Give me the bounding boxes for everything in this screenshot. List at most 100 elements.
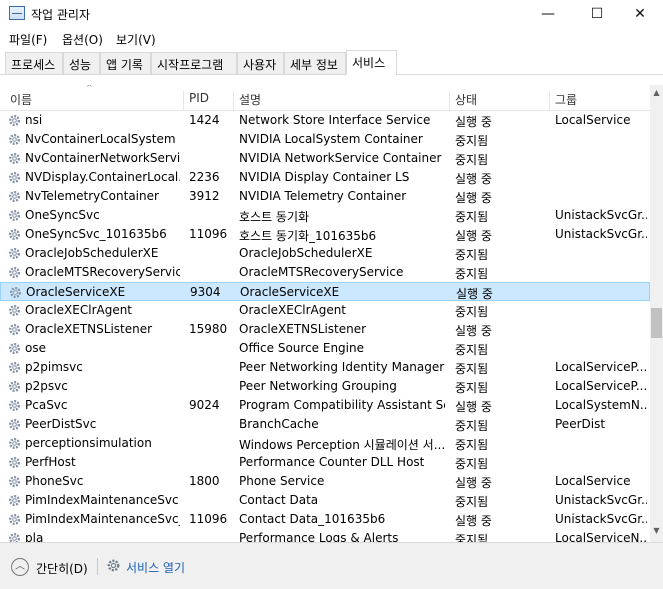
table-row[interactable]: OracleServiceXE 9304 OracleServiceXE 실행 중 xyxy=(0,282,650,301)
column-header-name[interactable]: 이름 xyxy=(0,91,183,111)
table-row[interactable]: NvContainerLocalSystem NVIDIA LocalSystem… xyxy=(0,130,650,149)
minimize-button[interactable]: — xyxy=(525,0,571,28)
column-header-group[interactable]: 그룹 xyxy=(549,91,650,111)
table-row[interactable]: PimIndexMaintenanceSvc Contact Data 중지됨 Uni… xyxy=(0,491,650,510)
table-row[interactable]: OracleXETNSListener 15980 OracleXETNSListe… xyxy=(0,320,650,339)
collapse-button[interactable]: 간단히(D) xyxy=(36,560,88,577)
service-name: nsi xyxy=(25,113,43,127)
service-status: 실행 중 xyxy=(455,115,492,129)
service-name: PimIndexMaintenanceSvc xyxy=(25,493,179,507)
gear-icon xyxy=(8,190,21,203)
gear-icon xyxy=(8,513,21,526)
menu-options[interactable]: 옵션(O) xyxy=(62,31,103,48)
service-description: OracleXETNSListener xyxy=(239,322,367,336)
gear-icon xyxy=(8,209,21,222)
service-status: 중지됨 xyxy=(455,153,489,167)
open-services-link[interactable]: 서비스 열기 xyxy=(126,559,185,576)
gear-icon xyxy=(8,380,21,393)
window-title: 작업 관리자 xyxy=(31,8,91,22)
service-name: PeerDistSvc xyxy=(25,417,97,431)
table-row[interactable]: NVDisplay.ContainerLocal... 2236 NVIDIA Di… xyxy=(0,168,650,187)
service-status: 중지됨 xyxy=(455,210,489,224)
service-description: Office Source Engine xyxy=(239,341,364,355)
service-name: NvTelemetryContainer xyxy=(25,189,159,203)
service-status: 중지됨 xyxy=(455,134,489,148)
table-row[interactable]: perceptionsimulation Windows Perception 시… xyxy=(0,434,650,453)
service-status: 중지됨 xyxy=(455,419,489,433)
service-name: PhoneSvc xyxy=(25,474,84,488)
service-pid: 1424 xyxy=(189,113,220,127)
service-description: Windows Perception 시뮬레이션 서... xyxy=(239,438,445,452)
service-name: p2pimsvc xyxy=(25,360,83,374)
chevron-up-circle-icon[interactable]: ︿ xyxy=(11,558,29,576)
table-row[interactable]: OneSyncSvc_101635b6 11096 호스트 동기화_101635b6… xyxy=(0,225,650,244)
service-status: 중지됨 xyxy=(455,533,489,542)
table-header: ^ 이름 PID 설명 상태 그룹 xyxy=(0,85,650,111)
tab-app-history[interactable]: 앱 기록 xyxy=(100,52,151,74)
service-name: OneSyncSvc xyxy=(25,208,100,222)
menu-view[interactable]: 보기(V) xyxy=(116,31,156,48)
table-row[interactable]: PerfHost Performance Counter DLL Host 중지됨 xyxy=(0,453,650,472)
gear-icon xyxy=(8,133,21,146)
column-header-pid[interactable]: PID xyxy=(183,91,233,111)
gear-icon xyxy=(8,114,21,127)
column-header-description[interactable]: 설명 xyxy=(233,91,449,111)
table-row[interactable]: PcaSvc 9024 Program Compatibility Assistan… xyxy=(0,396,650,415)
service-name: OracleXEClrAgent xyxy=(25,303,133,317)
service-group: LocalServiceP... xyxy=(555,360,647,374)
service-description: Program Compatibility Assistant Se... xyxy=(239,398,445,412)
table-row[interactable]: PeerDistSvc BranchCache 중지됨 PeerDist xyxy=(0,415,650,434)
service-name: ose xyxy=(25,341,46,355)
table-row[interactable]: ose Office Source Engine 중지됨 xyxy=(0,339,650,358)
service-status: 실행 중 xyxy=(456,287,493,301)
gear-icon xyxy=(8,266,21,279)
table-row[interactable]: OracleMTSRecoveryService OracleMTSRecover… xyxy=(0,263,650,282)
tab-services[interactable]: 서비스 xyxy=(346,50,397,75)
gear-icon xyxy=(8,323,21,336)
table-row[interactable]: NvTelemetryContainer 3912 NVIDIA Telemetry… xyxy=(0,187,650,206)
tab-performance[interactable]: 성능 xyxy=(63,52,100,74)
vertical-scrollbar[interactable]: ▲ ▼ xyxy=(650,85,663,542)
menu-file[interactable]: 파일(F) xyxy=(9,31,47,48)
tab-users[interactable]: 사용자 xyxy=(237,52,284,74)
service-name: pla xyxy=(25,531,44,542)
gear-icon xyxy=(8,494,21,507)
scrollbar-thumb[interactable] xyxy=(651,308,662,338)
table-row[interactable]: p2pimsvc Peer Networking Identity Manager… xyxy=(0,358,650,377)
service-name: OneSyncSvc_101635b6 xyxy=(25,227,167,241)
title-bar: 작업 관리자 — ☐ ✕ xyxy=(0,0,663,28)
tab-details[interactable]: 세부 정보 xyxy=(284,52,346,74)
service-group: UnistackSvcGr... xyxy=(555,227,647,241)
service-group: UnistackSvcGr... xyxy=(555,493,647,507)
tab-startup[interactable]: 시작프로그램 xyxy=(151,52,237,74)
table-row[interactable]: nsi 1424 Network Store Interface Service 실행… xyxy=(0,111,650,130)
gear-icon[interactable] xyxy=(106,558,121,573)
scroll-down-arrow-icon[interactable]: ▼ xyxy=(650,526,663,539)
service-description: Performance Counter DLL Host xyxy=(239,455,425,469)
table-row[interactable]: OracleXEClrAgent OracleXEClrAgent 중지됨 xyxy=(0,301,650,320)
footer: ︿ 간단히(D) 서비스 열기 xyxy=(0,542,663,589)
service-name: OracleJobSchedulerXE xyxy=(25,246,159,260)
service-status: 실행 중 xyxy=(455,476,492,490)
table-row[interactable]: NvContainerNetworkService NVIDIA NetworkS… xyxy=(0,149,650,168)
service-name: NvContainerLocalSystem xyxy=(25,132,176,146)
gear-icon xyxy=(8,342,21,355)
close-button[interactable]: ✕ xyxy=(617,0,663,28)
tab-processes[interactable]: 프로세스 xyxy=(5,52,63,74)
table-row[interactable]: PhoneSvc 1800 Phone Service 실행 중 LocalServic… xyxy=(0,472,650,491)
maximize-button[interactable]: ☐ xyxy=(574,0,620,28)
column-header-status[interactable]: 상태 xyxy=(449,91,549,111)
table-row[interactable]: pla Performance Logs & Alerts 중지됨 LocalServ… xyxy=(0,529,650,542)
service-name: PimIndexMaintenanceSvc_... xyxy=(25,512,180,526)
table-row[interactable]: PimIndexMaintenanceSvc_... 11096 Contact D… xyxy=(0,510,650,529)
table-row[interactable]: p2psvc Peer Networking Grouping 중지됨 LocalSe… xyxy=(0,377,650,396)
scroll-up-arrow-icon[interactable]: ▲ xyxy=(650,88,663,101)
gear-icon xyxy=(8,456,21,469)
table-row[interactable]: OracleJobSchedulerXE OracleJobSchedulerXE… xyxy=(0,244,650,263)
tab-bar: 프로세스 성능 앱 기록 시작프로그램 사용자 세부 정보 서비스 xyxy=(0,50,663,75)
table-row[interactable]: OneSyncSvc 호스트 동기화 중지됨 UnistackSvcGr... xyxy=(0,206,650,225)
service-pid: 11096 xyxy=(189,227,228,241)
gear-icon xyxy=(8,304,21,317)
service-name: PerfHost xyxy=(25,455,76,469)
service-description: OracleMTSRecoveryService xyxy=(239,265,404,279)
